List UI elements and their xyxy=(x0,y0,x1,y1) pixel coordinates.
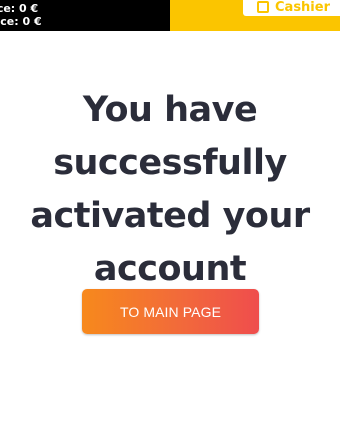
wallet-icon xyxy=(257,1,269,13)
to-main-page-button[interactable]: TO MAIN PAGE xyxy=(82,289,259,334)
activation-success-message: You have successfully activated your acc… xyxy=(30,90,310,289)
balance-panel: nce: 0 € ance: 0 € xyxy=(0,0,170,31)
cashier-button[interactable]: Cashier xyxy=(243,0,340,16)
cashier-label: Cashier xyxy=(275,0,330,15)
balance-text: nce: 0 € xyxy=(0,2,39,15)
bonus-balance-text: ance: 0 € xyxy=(0,15,42,28)
to-main-page-button-label: TO MAIN PAGE xyxy=(119,303,222,320)
